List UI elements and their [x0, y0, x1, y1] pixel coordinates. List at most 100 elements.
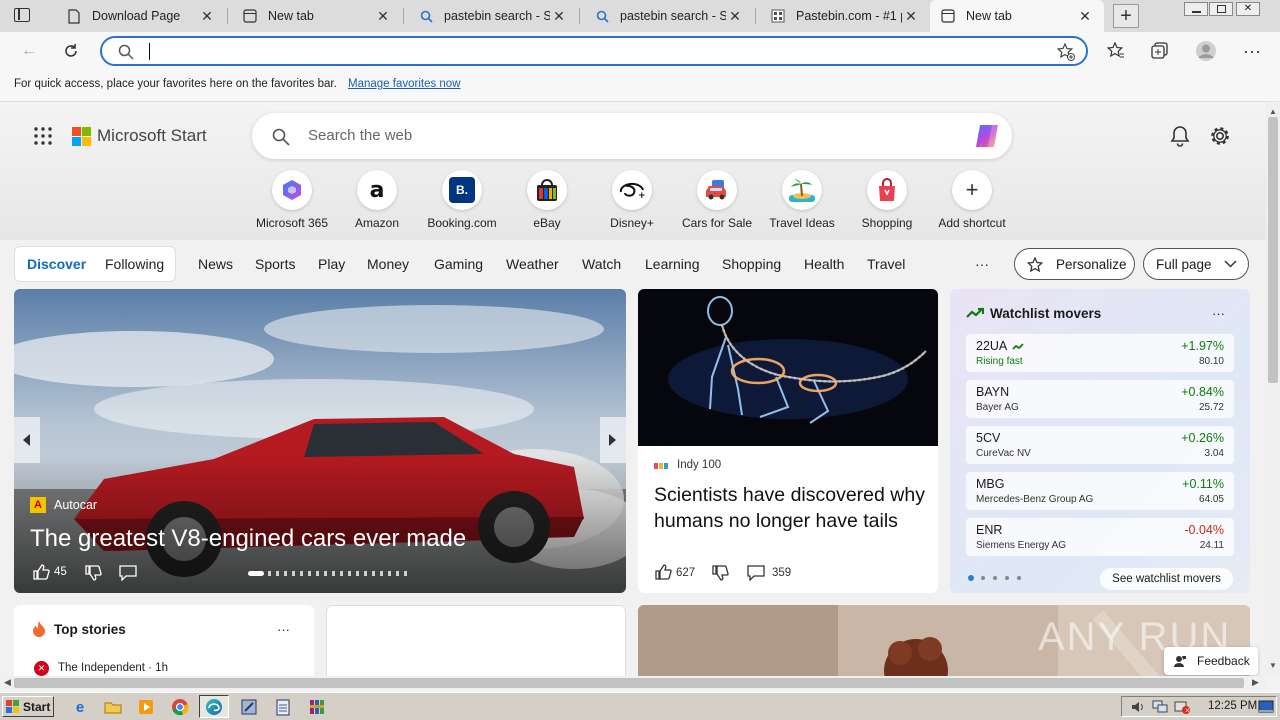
brand-title[interactable]: Microsoft Start: [97, 126, 207, 146]
close-icon[interactable]: ✕: [726, 8, 744, 25]
add-favorite-icon[interactable]: [1057, 43, 1075, 61]
top-stories-more-button[interactable]: ···: [277, 622, 290, 637]
feedback-button[interactable]: Feedback: [1164, 647, 1258, 675]
shortcut-amazon[interactable]: a Amazon: [332, 170, 422, 230]
shortcut-ebay[interactable]: eBay: [502, 170, 592, 230]
address-bar[interactable]: [100, 36, 1088, 66]
tab-new-tab[interactable]: New tab ✕: [232, 0, 402, 32]
image-story-card[interactable]: ANY RUN: [638, 605, 1250, 676]
copilot-icon[interactable]: [972, 122, 1002, 150]
winrar-icon[interactable]: [307, 697, 327, 717]
watchlist-pager-dots[interactable]: [968, 575, 1028, 581]
nav-news[interactable]: News: [198, 256, 233, 272]
nav-weather[interactable]: Weather: [506, 256, 559, 272]
notepad-icon[interactable]: [273, 697, 293, 717]
comment-icon[interactable]: [119, 565, 137, 581]
watchlist-row[interactable]: 22UA Rising fast +1.97% 80.10: [966, 334, 1234, 372]
shortcut-add[interactable]: + Add shortcut: [927, 170, 1017, 230]
close-icon[interactable]: ✕: [902, 8, 920, 25]
story-source[interactable]: The Independent · 1h: [58, 662, 168, 674]
like-icon[interactable]: [32, 563, 50, 581]
article-source[interactable]: Indy 100: [677, 459, 721, 471]
refresh-button[interactable]: [56, 36, 86, 66]
dislike-icon[interactable]: [84, 564, 102, 582]
show-desktop-icon[interactable]: [1256, 697, 1276, 717]
shortcut-booking[interactable]: B. Booking.com: [417, 170, 507, 230]
media-player-icon[interactable]: [136, 697, 156, 717]
tab-actions-icon[interactable]: [14, 8, 30, 22]
start-button[interactable]: Start: [2, 696, 54, 717]
nav-watch[interactable]: Watch: [582, 256, 621, 272]
close-window-button[interactable]: ✕: [1236, 2, 1260, 16]
article-title[interactable]: Scientists have discovered why humans no…: [654, 482, 926, 534]
see-watchlist-movers-button[interactable]: See watchlist movers: [1100, 568, 1233, 590]
horizontal-scrollbar[interactable]: ◀ ▶: [0, 676, 1266, 690]
watchlist-row[interactable]: 5CV CureVac NV +0.26% 3.04: [966, 426, 1234, 464]
shortcut-cars-for-sale[interactable]: Cars for Sale: [672, 170, 762, 230]
folder-icon[interactable]: [103, 697, 123, 717]
personalize-button[interactable]: Personalize: [1014, 248, 1135, 280]
hero-title[interactable]: The greatest V8-engined cars ever made: [30, 525, 466, 553]
tab-pastebin-com[interactable]: Pastebin.com - #1 pa ✕: [760, 0, 930, 32]
layout-dropdown[interactable]: Full page: [1143, 248, 1249, 280]
shortcut-travel-ideas[interactable]: Travel Ideas: [757, 170, 847, 230]
tab-pastebin-search-2[interactable]: pastebin search - Sea ✕: [584, 0, 754, 32]
article-card[interactable]: Indy 100 Scientists have discovered why …: [638, 289, 938, 593]
edge-taskbar-button[interactable]: [199, 695, 229, 718]
nav-health[interactable]: Health: [804, 256, 844, 272]
notifications-button[interactable]: [1170, 125, 1190, 150]
tab-discover[interactable]: Discover: [27, 256, 86, 272]
tab-pastebin-search-1[interactable]: pastebin search - Sea ✕: [408, 0, 578, 32]
like-icon[interactable]: [654, 563, 672, 581]
minimize-button[interactable]: [1184, 2, 1208, 16]
shortcut-shopping[interactable]: Shopping: [842, 170, 932, 230]
close-icon[interactable]: ✕: [1076, 8, 1094, 25]
nav-money[interactable]: Money: [367, 256, 409, 272]
close-icon[interactable]: ✕: [198, 8, 216, 25]
ie-icon[interactable]: e: [70, 697, 90, 717]
scroll-thumb[interactable]: [14, 678, 1244, 688]
collections-button[interactable]: [1145, 36, 1175, 66]
app-tool-icon[interactable]: [239, 697, 259, 717]
nav-travel[interactable]: Travel: [867, 256, 905, 272]
watchlist-row[interactable]: MBG Mercedes-Benz Group AG +0.11% 64.05: [966, 472, 1234, 510]
new-tab-button[interactable]: +: [1113, 4, 1139, 28]
hero-card[interactable]: A Autocar The greatest V8-engined cars e…: [14, 289, 626, 593]
close-icon[interactable]: ✕: [550, 8, 568, 25]
shortcut-microsoft-365[interactable]: Microsoft 365: [247, 170, 337, 230]
nav-learning[interactable]: Learning: [645, 256, 700, 272]
web-search-box[interactable]: Search the web: [252, 113, 1012, 159]
top-stories-title[interactable]: Top stories: [54, 622, 126, 637]
carousel-prev-button[interactable]: [14, 417, 40, 463]
dislike-icon[interactable]: [711, 564, 729, 582]
comment-icon[interactable]: [747, 565, 765, 581]
security-warning-icon[interactable]: ×: [1172, 697, 1192, 717]
nav-sports[interactable]: Sports: [255, 256, 295, 272]
nav-shopping[interactable]: Shopping: [722, 256, 781, 272]
back-button[interactable]: ←: [14, 36, 44, 66]
watchlist-more-button[interactable]: ···: [1212, 306, 1225, 321]
tab-following[interactable]: Following: [105, 256, 164, 272]
close-icon[interactable]: ✕: [374, 8, 392, 25]
network-icon[interactable]: [1150, 697, 1170, 717]
favorites-button[interactable]: [1101, 36, 1131, 66]
clock[interactable]: 12:25 PM: [1208, 700, 1257, 712]
hero-source[interactable]: Autocar: [54, 498, 97, 512]
tab-download-page[interactable]: Download Page ✕: [56, 0, 226, 32]
carousel-next-button[interactable]: [600, 417, 626, 463]
chrome-icon[interactable]: [170, 697, 190, 717]
nav-gaming[interactable]: Gaming: [434, 256, 483, 272]
volume-icon[interactable]: [1128, 697, 1148, 717]
nav-more-button[interactable]: ···: [975, 256, 989, 272]
nav-play[interactable]: Play: [318, 256, 345, 272]
watchlist-row[interactable]: BAYN Bayer AG +0.84% 25.72: [966, 380, 1234, 418]
scroll-thumb[interactable]: [1268, 117, 1278, 383]
profile-button[interactable]: [1191, 36, 1221, 66]
watchlist-row[interactable]: ENR Siemens Energy AG -0.04% 24.11: [966, 518, 1234, 556]
settings-more-button[interactable]: ···: [1237, 36, 1267, 66]
shortcut-disney[interactable]: + Disney+: [587, 170, 677, 230]
apps-launcher-button[interactable]: [34, 127, 52, 145]
tab-new-tab-active[interactable]: New tab ✕: [930, 0, 1104, 32]
page-settings-button[interactable]: [1209, 125, 1231, 150]
vertical-scrollbar[interactable]: ▲ ▼: [1266, 103, 1280, 676]
